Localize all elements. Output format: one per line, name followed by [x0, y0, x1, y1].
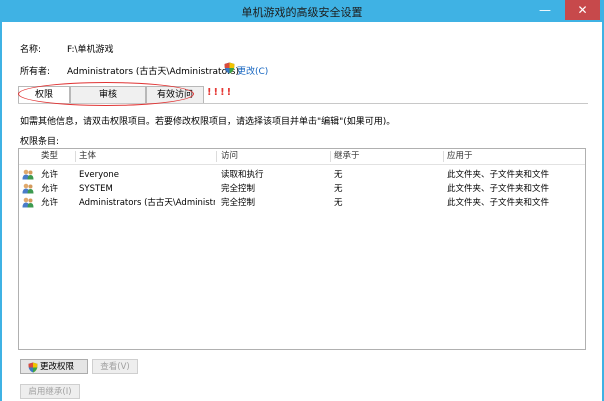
- change-permissions-button[interactable]: 更改权限: [20, 359, 88, 374]
- title-bar[interactable]: 单机游戏的高级安全设置 — ✕: [0, 0, 604, 22]
- row-applies-to: 此文件夹、子文件夹和文件: [447, 184, 550, 194]
- row-access: 完全控制: [221, 198, 256, 208]
- row-access: 完全控制: [221, 184, 256, 194]
- column-header-principal[interactable]: 主体: [79, 149, 96, 164]
- security-settings-window: 单机游戏的高级安全设置 — ✕ 名称: F:\单机游戏 所有者: Adminis…: [0, 0, 604, 401]
- column-separator: [330, 151, 331, 162]
- table-row[interactable]: 允许 Administrators (古古天\Administr... 完全控制…: [19, 196, 585, 210]
- column-header-applies-to[interactable]: 应用于: [447, 149, 473, 164]
- user-group-icon: [22, 169, 34, 180]
- instructions-text: 如需其他信息，请双击权限项目。若要修改权限项目，请选择该项目并单击"编辑"(如果…: [20, 117, 396, 127]
- row-type: 允许: [41, 184, 59, 194]
- user-group-icon: [22, 183, 34, 194]
- change-permissions-label: 更改权限: [40, 362, 75, 372]
- enable-inheritance-button[interactable]: 启用继承(I): [20, 384, 80, 399]
- annotation-marks: !!!!: [207, 87, 234, 98]
- change-owner-link[interactable]: 更改(C): [237, 64, 268, 77]
- name-value: F:\单机游戏: [67, 45, 114, 55]
- minimize-button[interactable]: —: [530, 0, 560, 20]
- row-type: 允许: [41, 170, 59, 180]
- close-button[interactable]: ✕: [565, 0, 600, 20]
- column-header-type[interactable]: 类型: [41, 149, 58, 164]
- column-header-access[interactable]: 访问: [221, 149, 238, 164]
- name-label: 名称:: [20, 45, 42, 55]
- column-separator: [216, 151, 217, 162]
- row-access: 读取和执行: [221, 170, 264, 180]
- row-applies-to: 此文件夹、子文件夹和文件: [447, 198, 550, 208]
- row-inherited-from: 无: [334, 170, 343, 180]
- view-button[interactable]: 查看(V): [92, 359, 138, 374]
- column-header-inherited-from[interactable]: 继承于: [334, 149, 360, 164]
- uac-shield-icon: [28, 362, 38, 373]
- column-separator: [75, 151, 76, 162]
- table-row[interactable]: 允许 Everyone 读取和执行 无 此文件夹、子文件夹和文件: [19, 168, 585, 182]
- user-group-icon: [22, 197, 34, 208]
- owner-label: 所有者:: [20, 67, 51, 77]
- entries-label: 权限条目:: [20, 137, 60, 147]
- row-principal: SYSTEM: [79, 184, 113, 194]
- row-type: 允许: [41, 198, 59, 208]
- annotation-oval: [18, 82, 194, 106]
- row-inherited-from: 无: [334, 184, 343, 194]
- row-principal: Everyone: [79, 170, 119, 180]
- row-inherited-from: 无: [334, 198, 343, 208]
- window-title: 单机游戏的高级安全设置: [241, 6, 363, 19]
- uac-shield-icon: [224, 62, 235, 74]
- row-applies-to: 此文件夹、子文件夹和文件: [447, 170, 550, 180]
- permission-entries-list[interactable]: 类型 主体 访问 继承于 应用于 允许 Everyone 读取和执行 无 此文件…: [18, 148, 586, 350]
- owner-value: Administrators (古古天\Administrators): [67, 67, 239, 77]
- row-principal: Administrators (古古天\Administr...: [79, 198, 215, 208]
- table-row[interactable]: 允许 SYSTEM 完全控制 无 此文件夹、子文件夹和文件: [19, 182, 585, 196]
- window-border-left: [0, 22, 2, 401]
- column-separator: [443, 151, 444, 162]
- header-divider: [19, 164, 585, 165]
